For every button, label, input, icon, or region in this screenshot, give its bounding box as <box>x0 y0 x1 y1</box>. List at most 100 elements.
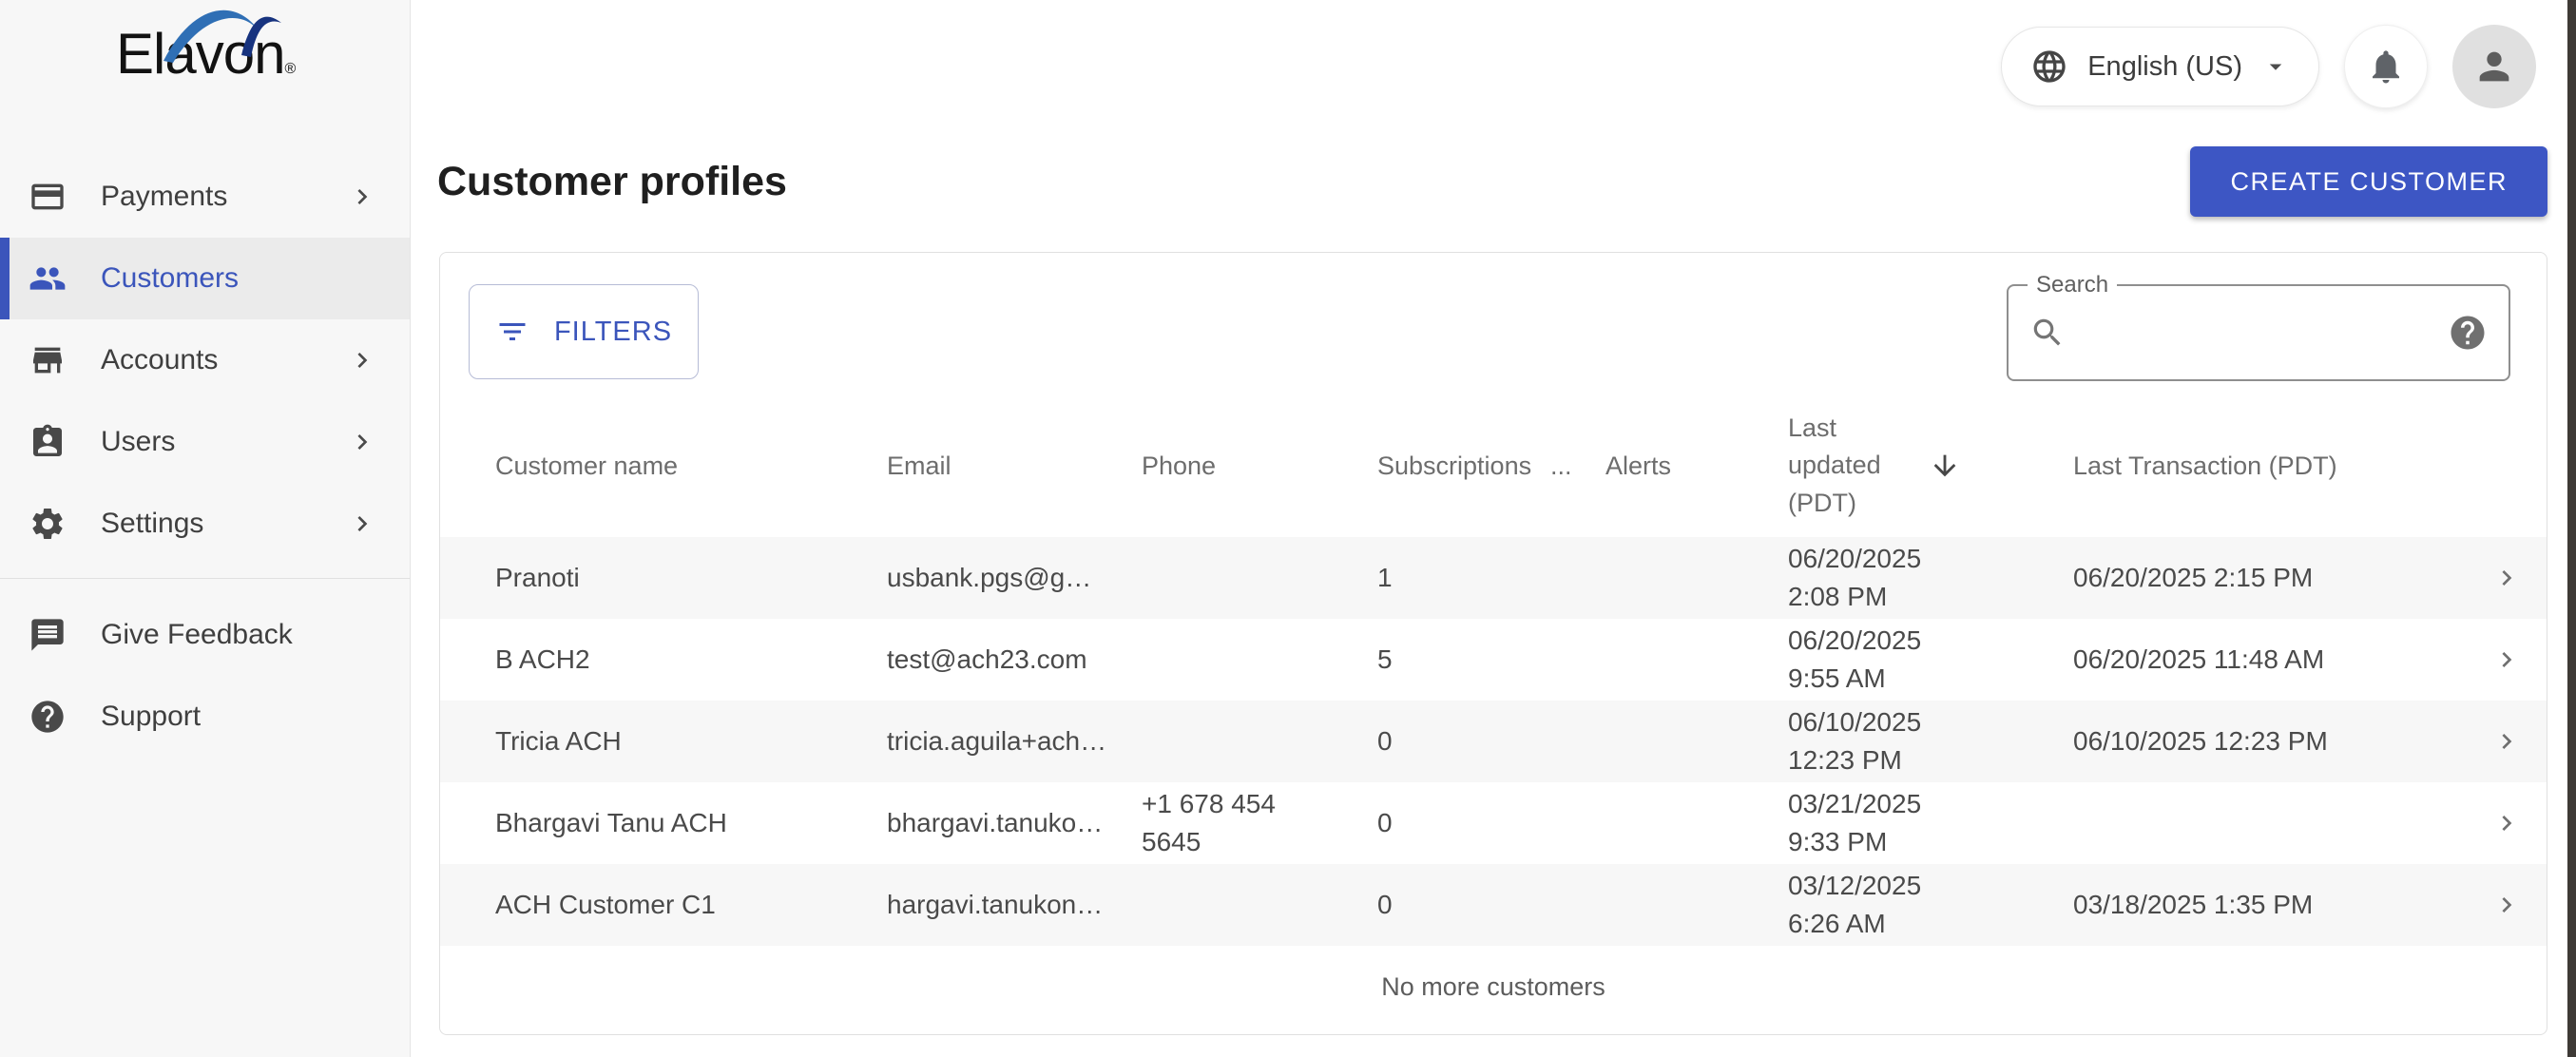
cell-last-updated: 03/21/2025 9:33 PM <box>1788 785 2073 861</box>
chevron-right-icon <box>347 427 377 457</box>
table-toolbar: FILTERS Search <box>440 253 2547 381</box>
cell-last-updated: 06/20/2025 9:55 AM <box>1788 622 2073 698</box>
page-title: Customer profiles <box>437 159 787 205</box>
column-header-last-updated[interactable]: Last updated (PDT) <box>1788 410 2073 521</box>
sidebar-item-payments[interactable]: Payments <box>0 156 410 238</box>
sidebar-item-label: Accounts <box>101 344 347 376</box>
cell-subscriptions: 5 <box>1377 644 1550 675</box>
cell-last-updated: 03/12/2025 6:26 AM <box>1788 867 2073 943</box>
search-field: Search <box>2007 284 2510 381</box>
globe-icon <box>2030 48 2068 86</box>
cell-phone: +1 678 454 5645 <box>1142 785 1377 861</box>
cell-last-updated: 06/20/2025 2:08 PM <box>1788 540 2073 616</box>
row-chevron-right-icon[interactable] <box>2491 563 2522 593</box>
cell-phone <box>1142 563 1377 593</box>
table-row[interactable]: Tricia ACH tricia.aguila+ach… 0 06/10/20… <box>440 701 2547 782</box>
gear-icon <box>29 505 67 543</box>
language-selector[interactable]: English (US) <box>2001 27 2319 106</box>
cell-last-transaction: 03/18/2025 1:35 PM <box>2073 890 2472 920</box>
last-updated-label: Last updated (PDT) <box>1788 410 1904 521</box>
sidebar-item-accounts[interactable]: Accounts <box>0 319 410 401</box>
sidebar-divider <box>0 578 410 579</box>
cell-email: tricia.aguila+ach… <box>887 726 1142 757</box>
table-row[interactable]: Bhargavi Tanu ACH bhargavi.tanuko… +1 67… <box>440 782 2547 864</box>
row-chevron-right-icon[interactable] <box>2491 726 2522 757</box>
filter-icon <box>495 315 529 349</box>
sidebar-item-settings[interactable]: Settings <box>0 483 410 565</box>
sidebar-item-label: Give Feedback <box>101 619 377 651</box>
cell-phone <box>1142 890 1377 920</box>
sidebar-item-label: Settings <box>101 508 347 540</box>
create-customer-button[interactable]: CREATE CUSTOMER <box>2190 146 2547 217</box>
caret-down-icon <box>2261 52 2290 81</box>
cell-customer-name: Bhargavi Tanu ACH <box>495 808 887 838</box>
cell-customer-name: B ACH2 <box>495 644 887 675</box>
search-icon <box>2029 315 2066 351</box>
bell-icon <box>2366 47 2406 86</box>
search-help-icon[interactable] <box>2448 313 2488 353</box>
sidebar-secondary-nav: Give Feedback Support <box>0 594 410 758</box>
people-icon <box>29 259 67 298</box>
chevron-right-icon <box>347 509 377 539</box>
table-footer: No more customers <box>440 946 2547 1028</box>
column-header-customer-name[interactable]: Customer name <box>495 452 887 481</box>
sidebar-item-users[interactable]: Users <box>0 401 410 483</box>
cell-last-updated: 06/10/2025 12:23 PM <box>1788 703 2073 779</box>
cell-email: usbank.pgs@g… <box>887 563 1142 593</box>
cell-email: bhargavi.tanuko… <box>887 808 1142 838</box>
user-avatar-button[interactable] <box>2452 25 2536 108</box>
elavon-swoosh-icon <box>162 0 295 68</box>
no-more-customers-message: No more customers <box>1381 972 1605 1002</box>
cell-subscriptions: 1 <box>1377 563 1550 593</box>
search-field-label: Search <box>2028 272 2117 298</box>
language-label: English (US) <box>2087 51 2242 83</box>
sidebar-item-label: Payments <box>101 181 347 213</box>
cell-subscriptions: 0 <box>1377 726 1550 757</box>
sidebar-item-give-feedback[interactable]: Give Feedback <box>0 594 410 676</box>
column-header-overflow[interactable]: ... <box>1550 452 1605 481</box>
main-content: English (US) Customer profiles CREATE CU… <box>411 0 2576 1057</box>
sidebar-item-support[interactable]: Support <box>0 676 410 758</box>
sidebar: Elavon® Payments Customers Accounts User… <box>0 0 411 1057</box>
notifications-button[interactable] <box>2344 25 2428 108</box>
sort-descending-icon[interactable] <box>1929 450 1961 482</box>
filters-button[interactable]: FILTERS <box>469 284 699 379</box>
column-header-alerts[interactable]: Alerts <box>1605 452 1788 481</box>
cell-last-transaction: 06/20/2025 2:15 PM <box>2073 563 2472 593</box>
feedback-bubble-icon <box>29 616 67 654</box>
cell-phone <box>1142 726 1377 757</box>
cell-email: hargavi.tanukon… <box>887 890 1142 920</box>
table-row[interactable]: ACH Customer C1 hargavi.tanukon… 0 03/12… <box>440 864 2547 946</box>
table-row[interactable]: B ACH2 test@ach23.com 5 06/20/2025 9:55 … <box>440 619 2547 701</box>
help-circle-icon <box>29 698 67 736</box>
filters-label: FILTERS <box>554 317 672 348</box>
sidebar-item-customers[interactable]: Customers <box>0 238 410 319</box>
cell-customer-name: Tricia ACH <box>495 726 887 757</box>
cell-last-transaction: 06/10/2025 12:23 PM <box>2073 726 2472 757</box>
badge-icon <box>29 423 67 461</box>
brand-logo: Elavon® <box>0 0 410 143</box>
row-chevron-right-icon[interactable] <box>2491 644 2522 675</box>
browser-scrollbar[interactable] <box>2567 0 2576 1057</box>
topbar: English (US) <box>411 0 2576 133</box>
credit-card-icon <box>29 178 67 216</box>
sidebar-item-label: Users <box>101 426 347 458</box>
column-header-phone[interactable]: Phone <box>1142 452 1377 481</box>
cell-last-transaction: 06/20/2025 11:48 AM <box>2073 644 2472 675</box>
cell-email: test@ach23.com <box>887 644 1142 675</box>
column-header-email[interactable]: Email <box>887 452 1142 481</box>
sidebar-item-label: Customers <box>101 262 377 295</box>
table-row[interactable]: Pranoti usbank.pgs@g… 1 06/20/2025 2:08 … <box>440 537 2547 619</box>
column-header-last-transaction[interactable]: Last Transaction (PDT) <box>2073 452 2472 481</box>
row-chevron-right-icon[interactable] <box>2491 808 2522 838</box>
column-header-subscriptions[interactable]: Subscriptions <box>1377 452 1550 481</box>
cell-phone <box>1142 644 1377 675</box>
page-header: Customer profiles CREATE CUSTOMER <box>411 146 2576 217</box>
row-chevron-right-icon[interactable] <box>2491 890 2522 920</box>
customer-table-card: FILTERS Search Customer name Email Phone… <box>439 252 2547 1035</box>
table-body: Pranoti usbank.pgs@g… 1 06/20/2025 2:08 … <box>440 537 2547 946</box>
cell-subscriptions: 0 <box>1377 890 1550 920</box>
search-input[interactable] <box>2079 317 2434 348</box>
cell-customer-name: ACH Customer C1 <box>495 890 887 920</box>
table-header-row: Customer name Email Phone Subscriptions … <box>440 394 2547 537</box>
